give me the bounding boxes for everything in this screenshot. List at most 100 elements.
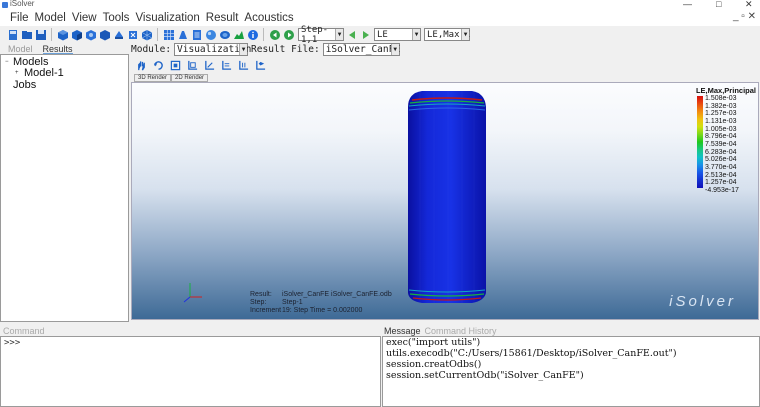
tab-model[interactable]: Model xyxy=(8,44,33,54)
interaction-icon[interactable] xyxy=(112,28,125,41)
variable-combo-value: LE xyxy=(377,29,388,40)
legend-value: 1.508e-03 xyxy=(705,95,737,102)
view-left-icon[interactable] xyxy=(237,59,250,72)
can-model-render xyxy=(183,91,486,303)
pan-icon[interactable] xyxy=(135,59,148,72)
mesh-cube-icon[interactable] xyxy=(140,28,153,41)
contour-legend: LE,Max,Principal 1.508e-03 1.382e-03 1.257… xyxy=(694,86,756,194)
part-cube-icon[interactable] xyxy=(56,28,69,41)
legend-value: 6.283e-04 xyxy=(705,148,737,156)
info-icon[interactable] xyxy=(246,28,259,41)
collapse-icon[interactable]: − xyxy=(5,59,9,65)
tree-node-jobs[interactable]: Jobs xyxy=(13,79,36,91)
load-icon[interactable] xyxy=(126,28,139,41)
contour-icon[interactable] xyxy=(218,28,231,41)
tree-node-model-1[interactable]: Model-1 xyxy=(24,67,64,79)
title-bar: iSolver — □ ✕ xyxy=(0,0,760,10)
job-icon[interactable] xyxy=(176,28,189,41)
toolbar-separator xyxy=(51,28,52,41)
result-file-select-value: iSolver_CanFE xyxy=(325,43,401,55)
menu-model[interactable]: Model xyxy=(32,12,69,24)
mdi-window-controls[interactable]: _ ▫ ✕ xyxy=(733,11,756,22)
info-step-key: Step: xyxy=(250,299,267,306)
3d-viewport[interactable]: LE,Max,Principal 1.508e-03 1.382e-03 1.257… xyxy=(131,82,759,320)
result-file-label: Result File: xyxy=(251,43,320,55)
chevron-down-icon: ▼ xyxy=(335,29,343,40)
first-frame-icon[interactable] xyxy=(268,28,281,41)
view-top-icon[interactable] xyxy=(220,59,233,72)
legend-value: 1.257e-03 xyxy=(705,110,737,118)
rotate-icon[interactable] xyxy=(152,59,165,72)
result-file-select[interactable]: iSolver_CanFE ▼ xyxy=(322,42,401,56)
chevron-down-icon: ▼ xyxy=(390,43,399,55)
app-icon xyxy=(2,2,8,8)
assembly-cube-icon[interactable] xyxy=(84,28,97,41)
legend-value: 3.770e-04 xyxy=(705,163,737,171)
legend-value: 1.131e-03 xyxy=(705,117,737,125)
legend-value: 1.382e-03 xyxy=(705,102,737,110)
menu-file[interactable]: File xyxy=(0,12,32,24)
maximize-button[interactable]: □ xyxy=(716,0,721,9)
open-file-icon[interactable] xyxy=(20,28,33,41)
legend-title: LE,Max,Principal xyxy=(695,86,756,95)
render-sphere-icon[interactable] xyxy=(204,28,217,41)
message-log: exec("import utils") utils.execodb("C:/U… xyxy=(382,336,760,407)
step-combo[interactable]: Step-1,1 ▼ xyxy=(298,25,344,45)
component-combo[interactable]: LE,Max,I ▼ xyxy=(424,28,470,41)
tab-message[interactable]: Message xyxy=(384,326,421,336)
legend-value: 7.539e-04 xyxy=(705,140,737,148)
step-cube-icon[interactable] xyxy=(98,28,111,41)
fit-view-icon[interactable] xyxy=(169,59,182,72)
menu-result[interactable]: Result xyxy=(203,12,242,24)
variable-combo[interactable]: LE ▼ xyxy=(374,28,421,41)
tab-2d-render[interactable]: 2D Render xyxy=(171,74,209,82)
expand-icon[interactable]: + xyxy=(15,70,19,76)
toolbar-separator xyxy=(263,28,264,41)
chevron-down-icon: ▼ xyxy=(239,43,248,55)
module-select[interactable]: Visualization ▼ xyxy=(174,42,251,56)
viewport-toolbar xyxy=(135,59,267,72)
view-front-icon[interactable] xyxy=(186,59,199,72)
legend-value: 1.005e-03 xyxy=(705,125,737,133)
property-cube-icon[interactable] xyxy=(70,28,83,41)
menu-view[interactable]: View xyxy=(69,12,100,24)
isolver-watermark: iSolver xyxy=(669,293,736,310)
mesh-grid-icon[interactable] xyxy=(162,28,175,41)
command-prompt: >>> xyxy=(4,338,21,348)
surface-plot-icon[interactable] xyxy=(232,28,245,41)
log-line: session.creatOdbs() xyxy=(386,359,482,370)
info-result-key: Result: xyxy=(250,291,272,298)
tab-command-history[interactable]: Command History xyxy=(425,326,497,336)
legend-value: -4.953e-17 xyxy=(705,186,739,194)
play-animation-icon[interactable] xyxy=(282,28,295,41)
viewport-tabs: 3D Render 2D Render xyxy=(134,74,209,82)
info-increment-value: 19: Step Time = 0.002000 xyxy=(282,307,363,314)
command-console[interactable]: >>> xyxy=(0,336,381,407)
toolbar-separator xyxy=(157,28,158,41)
legend-value: 8.796e-04 xyxy=(705,133,737,141)
log-line: utils.execodb("C:/Users/15861/Desktop/iS… xyxy=(386,348,677,359)
minimize-button[interactable]: — xyxy=(683,0,692,9)
next-frame-icon[interactable] xyxy=(359,28,372,41)
new-file-icon[interactable] xyxy=(6,28,19,41)
legend-value: 2.513e-04 xyxy=(705,171,737,179)
model-tree: − Models + Model-1 Jobs xyxy=(0,54,129,322)
tab-3d-render[interactable]: 3D Render xyxy=(134,74,172,82)
close-button[interactable]: ✕ xyxy=(745,0,753,10)
axis-triad-icon xyxy=(183,283,202,303)
info-step-value: Step-1 xyxy=(282,299,303,306)
view-iso-icon[interactable] xyxy=(254,59,267,72)
menu-acoustics[interactable]: Acoustics xyxy=(241,12,296,24)
menu-tools[interactable]: Tools xyxy=(100,12,133,24)
legend-values: 1.508e-03 1.382e-03 1.257e-03 1.131e-03 1.00… xyxy=(705,95,739,195)
view-back-icon[interactable] xyxy=(203,59,216,72)
main-toolbar: Step-1,1 ▼ LE ▼ LE,Max,I ▼ xyxy=(0,25,760,45)
previous-frame-icon[interactable] xyxy=(345,28,358,41)
menu-visualization[interactable]: Visualization xyxy=(132,12,202,24)
tab-results[interactable]: Results xyxy=(42,44,73,54)
save-icon[interactable] xyxy=(34,28,47,41)
app-window: iSolver — □ ✕ File Model View Tools Visu… xyxy=(0,0,760,407)
legend-color-bar xyxy=(697,96,703,188)
chevron-down-icon: ▼ xyxy=(412,29,420,40)
report-icon[interactable] xyxy=(190,28,203,41)
